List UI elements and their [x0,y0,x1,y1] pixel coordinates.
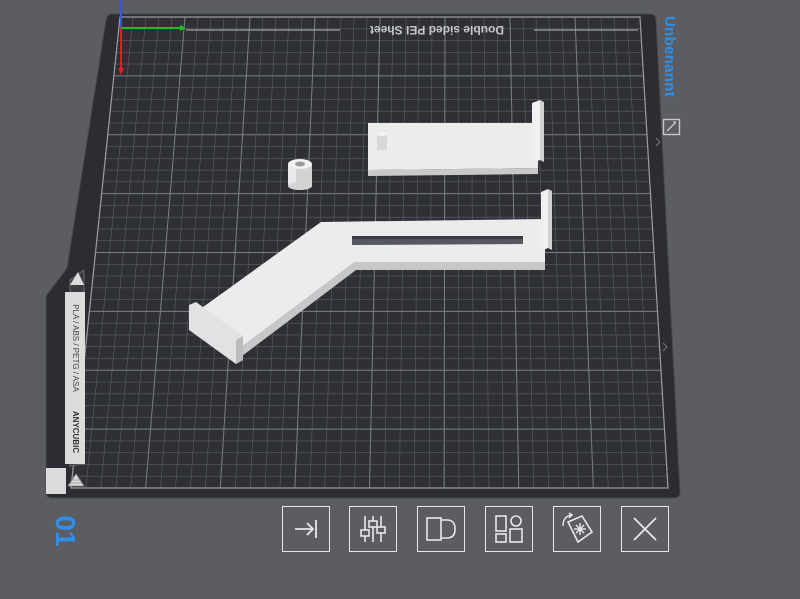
layout-grid-icon [495,515,523,543]
side-label-brand: ANYCUBIC [71,411,80,453]
close-icon [633,517,657,541]
arrange-icon [426,517,456,541]
plate-edit-icon[interactable] [662,118,682,136]
model-cylinder[interactable] [288,159,312,190]
slider-settings-button[interactable] [349,506,397,552]
build-plate-viewport[interactable]: Double sided PEI Sheet PLA / ABS / PETG … [0,0,800,599]
sheet-label: Double sided PEI Sheet [370,23,504,37]
close-plate-button[interactable] [621,506,669,552]
plate-number: 01 [50,515,81,547]
auto-orient-button[interactable] [553,506,601,552]
auto-orient-icon [562,512,594,544]
move-to-edge-icon [295,520,317,538]
plate-name[interactable]: Unbenannt [654,16,678,116]
layout-grid-button[interactable] [485,506,533,552]
side-label-materials: PLA / ABS / PETG / ASA [71,304,80,392]
move-to-edge-button[interactable] [282,506,330,552]
slider-settings-icon [360,516,386,542]
arrange-button[interactable] [417,506,465,552]
